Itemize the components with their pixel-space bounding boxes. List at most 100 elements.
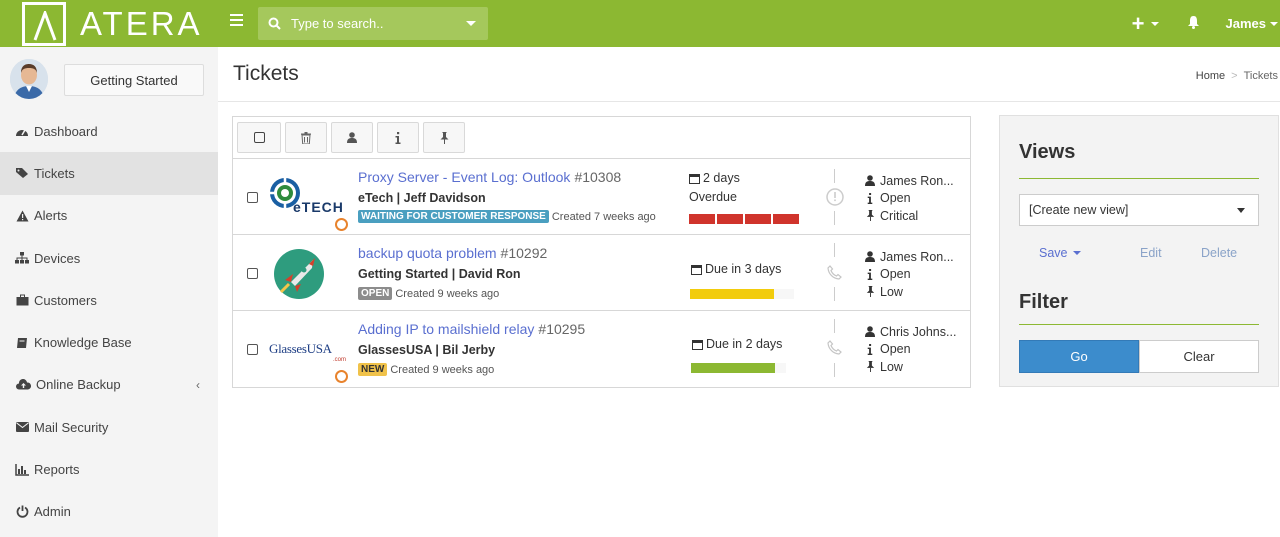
- sitemap-icon: [15, 251, 29, 265]
- ticket-row[interactable]: eTECH Proxy Server - Event Log: Outlook #…: [233, 159, 970, 235]
- status-badge: NEW: [358, 363, 388, 376]
- ticket-checkbox[interactable]: [247, 268, 258, 279]
- ticket-assignee[interactable]: James Ron...: [880, 174, 954, 188]
- search-dropdown-icon[interactable]: [466, 21, 476, 26]
- menu-toggle-icon[interactable]: [230, 14, 246, 32]
- sidebar-item-alerts[interactable]: Alerts: [0, 195, 218, 237]
- divider: [834, 319, 835, 333]
- assign-technician-button[interactable]: [331, 122, 373, 153]
- views-heading: Views: [1019, 141, 1076, 163]
- save-view-link[interactable]: Save: [1039, 246, 1081, 260]
- change-priority-button[interactable]: [423, 122, 465, 153]
- ticket-activity-indicator: [335, 370, 348, 383]
- ticket-row[interactable]: GlassesUSA .com Adding IP to mailshield …: [233, 311, 970, 387]
- sidebar-nav: Dashboard Tickets Alerts Devices Custome…: [0, 110, 218, 533]
- alert-circle-icon: [826, 188, 844, 209]
- ticket-assignee[interactable]: James Ron...: [880, 250, 954, 264]
- cloud-upload-icon: [15, 378, 31, 392]
- ticket-details: Chris Johns... Open Low: [865, 323, 956, 376]
- select-all-button[interactable]: [237, 122, 281, 153]
- trash-icon: [301, 131, 311, 144]
- search-input[interactable]: [291, 16, 461, 31]
- sidebar-item-knowledge-base[interactable]: Knowledge Base: [0, 321, 218, 363]
- breadcrumb-home-link[interactable]: Home: [1196, 70, 1225, 82]
- customer-logo-glassesusa: GlassesUSA .com: [267, 319, 346, 379]
- info-icon: [865, 192, 875, 204]
- logo-text: ATERA: [80, 4, 203, 42]
- chevron-left-icon[interactable]: ‹: [196, 378, 200, 392]
- ticket-assignee[interactable]: Chris Johns...: [880, 325, 956, 339]
- notifications-bell-icon[interactable]: [1187, 15, 1200, 32]
- bar-chart-icon: [15, 463, 29, 477]
- edit-view-link[interactable]: Edit: [1140, 246, 1162, 260]
- sidebar-item-dashboard[interactable]: Dashboard: [0, 110, 218, 152]
- ticket-status[interactable]: Open: [880, 267, 911, 281]
- divider: [834, 243, 835, 257]
- views-select[interactable]: [Create new view]: [1019, 194, 1259, 226]
- chevron-down-icon[interactable]: [1150, 21, 1159, 26]
- sidebar-item-label: Knowledge Base: [34, 335, 132, 351]
- top-bar: ATERA + James: [0, 0, 1280, 47]
- pin-icon: [865, 361, 875, 373]
- sidebar-item-mail-security[interactable]: Mail Security: [0, 406, 218, 448]
- avatar[interactable]: [10, 59, 48, 99]
- sidebar-item-reports[interactable]: Reports: [0, 448, 218, 490]
- chevron-down-icon: [1237, 208, 1245, 213]
- ticket-meta: WAITING FOR CUSTOMER RESPONSE Created 7 …: [358, 210, 656, 223]
- ticket-status[interactable]: Open: [880, 191, 911, 205]
- ticket-number: #10308: [574, 169, 622, 185]
- getting-started-button[interactable]: Getting Started: [64, 64, 204, 96]
- warning-icon: [15, 209, 29, 223]
- divider: [834, 287, 835, 301]
- add-new-icon[interactable]: +: [1132, 11, 1145, 37]
- divider: [834, 211, 835, 225]
- etech-logo-text: eTECH: [293, 199, 344, 215]
- ticket-row[interactable]: backup quota problem #10292 Getting Start…: [233, 235, 970, 311]
- sla-progress-bar: [690, 289, 794, 299]
- ticket-checkbox[interactable]: [247, 192, 258, 203]
- page-title: Tickets: [233, 62, 299, 85]
- sidebar-item-label: Mail Security: [34, 419, 109, 435]
- sidebar: Getting Started Dashboard Tickets Alerts…: [0, 47, 218, 537]
- breadcrumb-current: Tickets: [1243, 70, 1278, 82]
- tickets-panel: eTECH Proxy Server - Event Log: Outlook #…: [232, 116, 971, 388]
- pin-icon: [865, 210, 875, 222]
- ticket-title-link[interactable]: Adding IP to mailshield relay #10295: [358, 321, 585, 337]
- ticket-title-link[interactable]: backup quota problem #10292: [358, 245, 547, 261]
- delete-view-link[interactable]: Delete: [1201, 246, 1237, 260]
- sidebar-item-admin[interactable]: Admin: [0, 491, 218, 533]
- ticket-activity-indicator: [335, 218, 348, 231]
- sidebar-item-label: Customers: [34, 292, 97, 308]
- sidebar-item-label: Devices: [34, 250, 81, 266]
- sidebar-item-customers[interactable]: Customers: [0, 279, 218, 321]
- change-status-button[interactable]: [377, 122, 419, 153]
- ticket-status[interactable]: Open: [880, 342, 911, 356]
- atera-logo[interactable]: ATERA: [0, 0, 218, 47]
- delete-button[interactable]: [285, 122, 327, 153]
- views-underline: [1019, 178, 1259, 179]
- ticket-created: Created 9 weeks ago: [390, 363, 495, 376]
- sidebar-item-online-backup[interactable]: Online Backup ‹: [0, 364, 218, 406]
- ticket-details: James Ron... Open Critical: [865, 172, 954, 225]
- user-menu-chevron-icon[interactable]: [1270, 21, 1278, 26]
- sidebar-item-tickets[interactable]: Tickets: [0, 152, 218, 195]
- ticket-priority[interactable]: Low: [880, 285, 903, 299]
- ticket-priority[interactable]: Low: [880, 360, 903, 374]
- ticket-title-link[interactable]: Proxy Server - Event Log: Outlook #10308: [358, 169, 621, 185]
- sidebar-item-devices[interactable]: Devices: [0, 237, 218, 279]
- user-icon: [865, 175, 875, 187]
- header-divider: [218, 101, 1280, 102]
- views-filter-panel: Views [Create new view] Save Edit Delete…: [999, 115, 1279, 387]
- chevron-down-icon: [1072, 251, 1081, 255]
- user-icon: [347, 132, 357, 143]
- sidebar-item-label: Dashboard: [34, 123, 98, 139]
- clear-button[interactable]: Clear: [1139, 340, 1259, 373]
- user-menu[interactable]: James: [1226, 16, 1266, 31]
- search-box[interactable]: [258, 7, 488, 40]
- info-icon: [865, 343, 875, 355]
- ticket-customer-contact: eTech | Jeff Davidson: [358, 191, 486, 205]
- ticket-priority[interactable]: Critical: [880, 209, 918, 223]
- ticket-checkbox[interactable]: [247, 344, 258, 355]
- go-button[interactable]: Go: [1019, 340, 1139, 373]
- sidebar-item-label: Admin: [34, 504, 71, 520]
